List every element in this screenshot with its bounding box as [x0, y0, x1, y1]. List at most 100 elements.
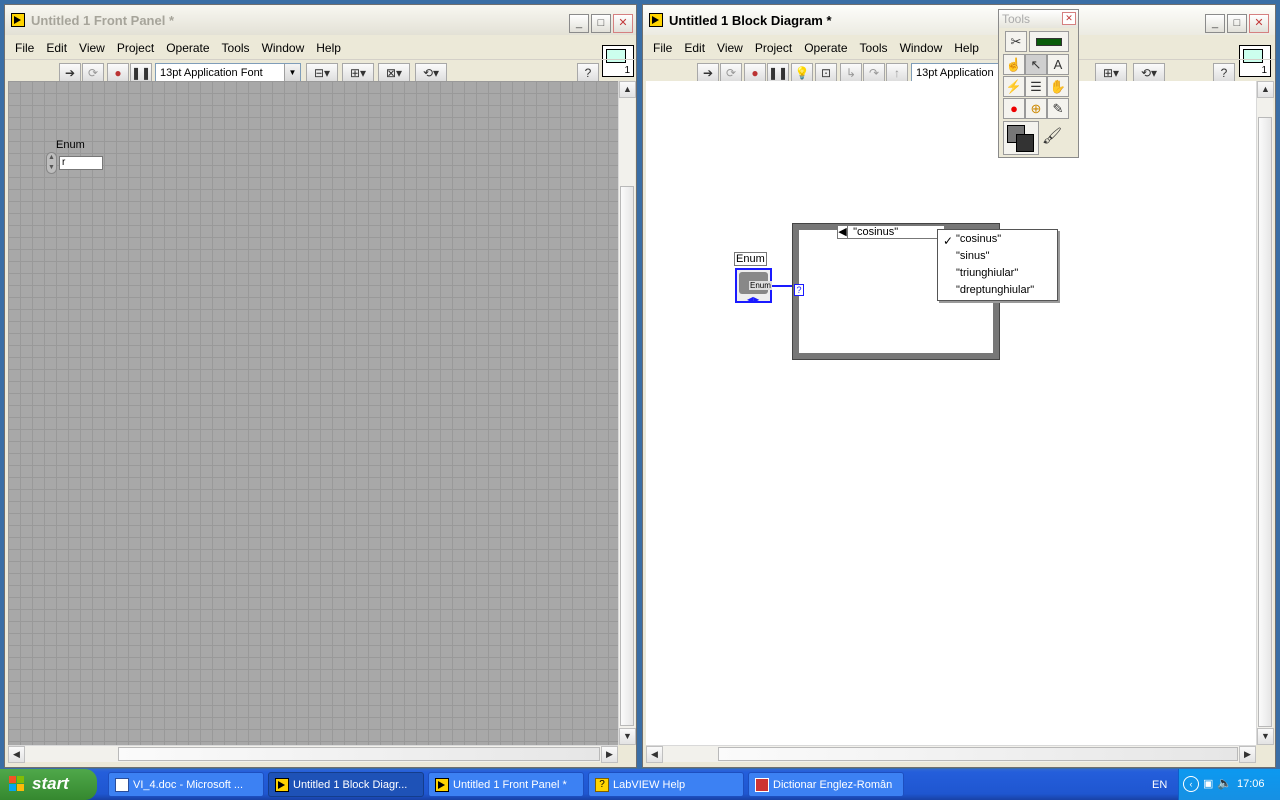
- horizontal-scrollbar[interactable]: ◀ ▶: [8, 745, 618, 763]
- pause-icon[interactable]: ❚❚: [767, 63, 789, 83]
- taskbar-item-dictionary[interactable]: Dictionar Englez-Român: [748, 772, 904, 797]
- selector-terminal[interactable]: ?: [794, 284, 804, 296]
- step-out-icon[interactable]: ↑: [886, 63, 908, 83]
- menu-tools[interactable]: Tools: [854, 41, 894, 55]
- retain-wire-values-icon[interactable]: ⊡: [815, 63, 837, 83]
- run-arrow-icon[interactable]: ➔: [697, 63, 719, 83]
- close-icon[interactable]: ✕: [1062, 12, 1076, 25]
- paint-brush-icon[interactable]: 🖌: [1041, 127, 1063, 148]
- enum-terminal[interactable]: Enum ◀▶: [735, 268, 772, 304]
- operate-hand-icon[interactable]: ☝: [1003, 54, 1025, 75]
- highlight-execution-icon[interactable]: 💡: [791, 63, 813, 83]
- minimize-button[interactable]: _: [569, 14, 589, 33]
- step-over-icon[interactable]: ↷: [863, 63, 885, 83]
- scroll-thumb[interactable]: [620, 186, 634, 726]
- case-selector[interactable]: ◀ "cosinus": [837, 225, 945, 239]
- menu-help[interactable]: Help: [948, 41, 985, 55]
- scroll-thumb-horizontal[interactable]: [118, 747, 600, 761]
- auto-select-led-icon[interactable]: [1029, 31, 1069, 52]
- scroll-hand-icon[interactable]: ✋: [1047, 76, 1069, 97]
- breakpoint-icon[interactable]: ●: [1003, 98, 1025, 119]
- align-objects-icon[interactable]: ⊟▾: [306, 63, 338, 83]
- pause-icon[interactable]: ❚❚: [130, 63, 152, 83]
- scroll-left-icon[interactable]: ◀: [8, 746, 25, 763]
- menu-project[interactable]: Project: [749, 41, 798, 55]
- maximize-button[interactable]: □: [1227, 14, 1247, 33]
- horizontal-scrollbar[interactable]: ◀ ▶: [646, 745, 1256, 763]
- volume-icon[interactable]: 🔈: [1217, 776, 1232, 790]
- menu-help[interactable]: Help: [310, 41, 347, 55]
- scroll-right-icon[interactable]: ▶: [1239, 746, 1256, 763]
- front-panel-titlebar[interactable]: Untitled 1 Front Panel *: [5, 5, 636, 35]
- reorder-icon[interactable]: ⟲▾: [415, 63, 447, 83]
- distribute-objects-icon[interactable]: ⊞▾: [1095, 63, 1127, 83]
- dropdown-item-dreptunghiular[interactable]: "dreptunghiular": [956, 284, 1034, 296]
- run-continuously-icon[interactable]: ⟳: [720, 63, 742, 83]
- taskbar-item-word[interactable]: VI_4.doc - Microsoft ...: [108, 772, 264, 797]
- set-color-icon[interactable]: [1003, 121, 1039, 155]
- menu-file[interactable]: File: [647, 41, 678, 55]
- block-diagram-titlebar[interactable]: Untitled 1 Block Diagram *: [643, 5, 1275, 35]
- probe-icon[interactable]: ⊕: [1025, 98, 1047, 119]
- menu-window[interactable]: Window: [256, 41, 311, 55]
- run-arrow-icon[interactable]: ➔: [59, 63, 81, 83]
- clock[interactable]: 17:06: [1237, 778, 1265, 790]
- dropdown-item-cosinus[interactable]: "cosinus": [956, 233, 1001, 245]
- scroll-left-icon[interactable]: ◀: [646, 746, 663, 763]
- menu-tools[interactable]: Tools: [216, 41, 256, 55]
- menu-operate[interactable]: Operate: [798, 41, 853, 55]
- block-diagram-canvas[interactable]: Enum Enum ◀▶ ? ◀ "cosinus" ✓ "cosinus" "…: [646, 81, 1256, 745]
- menu-operate[interactable]: Operate: [160, 41, 215, 55]
- reorder-icon[interactable]: ⟲▾: [1133, 63, 1165, 83]
- start-button[interactable]: start: [0, 769, 97, 800]
- decrement-arrow-icon[interactable]: ◀: [838, 226, 848, 238]
- get-color-icon[interactable]: ✎: [1047, 98, 1069, 119]
- resize-objects-icon[interactable]: ⊠▾: [378, 63, 410, 83]
- enum-arrows-icon[interactable]: ▲ ▼: [46, 152, 57, 174]
- help-icon[interactable]: ?: [1213, 63, 1235, 83]
- position-arrow-icon[interactable]: ↖: [1025, 54, 1047, 75]
- automatic-tool-icon[interactable]: ✂: [1005, 31, 1027, 52]
- dropdown-item-triunghiular[interactable]: "triunghiular": [956, 267, 1018, 279]
- network-icon[interactable]: ▣: [1203, 777, 1213, 790]
- scroll-right-icon[interactable]: ▶: [601, 746, 618, 763]
- help-icon[interactable]: ?: [577, 63, 599, 83]
- step-into-icon[interactable]: ↳: [840, 63, 862, 83]
- minimize-button[interactable]: _: [1205, 14, 1225, 33]
- tray-expand-icon[interactable]: ‹: [1183, 776, 1199, 792]
- front-panel-canvas[interactable]: Enum ▲ ▼ r: [8, 81, 618, 745]
- scroll-thumb-horizontal[interactable]: [718, 747, 1238, 761]
- connect-wire-icon[interactable]: ⚡: [1003, 76, 1025, 97]
- font-selector[interactable]: 13pt Application Font: [911, 63, 999, 83]
- language-indicator[interactable]: EN: [1152, 779, 1167, 791]
- menu-edit[interactable]: Edit: [678, 41, 711, 55]
- menu-file[interactable]: File: [9, 41, 40, 55]
- dropdown-item-sinus[interactable]: "sinus": [956, 250, 990, 262]
- taskbar-item-labview-help[interactable]: ? LabVIEW Help: [588, 772, 744, 797]
- taskbar-item-front-panel[interactable]: Untitled 1 Front Panel *: [428, 772, 584, 797]
- enum-value-field[interactable]: r: [59, 156, 103, 170]
- distribute-objects-icon[interactable]: ⊞▾: [342, 63, 374, 83]
- menu-project[interactable]: Project: [111, 41, 160, 55]
- run-continuously-icon[interactable]: ⟳: [82, 63, 104, 83]
- close-button[interactable]: ✕: [1249, 14, 1269, 33]
- font-selector[interactable]: 13pt Application Font ▼: [155, 63, 301, 83]
- enum-control[interactable]: ▲ ▼ r: [46, 151, 104, 175]
- scroll-down-icon[interactable]: ▼: [619, 728, 636, 745]
- close-button[interactable]: ✕: [613, 14, 633, 33]
- vertical-scrollbar[interactable]: ▲ ▼: [618, 81, 636, 745]
- abort-icon[interactable]: ●: [107, 63, 129, 83]
- menu-view[interactable]: View: [711, 41, 749, 55]
- edit-text-icon[interactable]: A: [1047, 54, 1069, 75]
- taskbar-item-block-diagram[interactable]: Untitled 1 Block Diagr...: [268, 772, 424, 797]
- scroll-thumb[interactable]: [1258, 117, 1272, 727]
- menu-view[interactable]: View: [73, 41, 111, 55]
- maximize-button[interactable]: □: [591, 14, 611, 33]
- shortcut-menu-icon[interactable]: ☰: [1025, 76, 1047, 97]
- scroll-down-icon[interactable]: ▼: [1257, 728, 1274, 745]
- abort-icon[interactable]: ●: [744, 63, 766, 83]
- vertical-scrollbar[interactable]: ▲ ▼: [1256, 81, 1274, 745]
- menu-window[interactable]: Window: [894, 41, 949, 55]
- menu-edit[interactable]: Edit: [40, 41, 73, 55]
- scroll-up-icon[interactable]: ▲: [1257, 81, 1274, 98]
